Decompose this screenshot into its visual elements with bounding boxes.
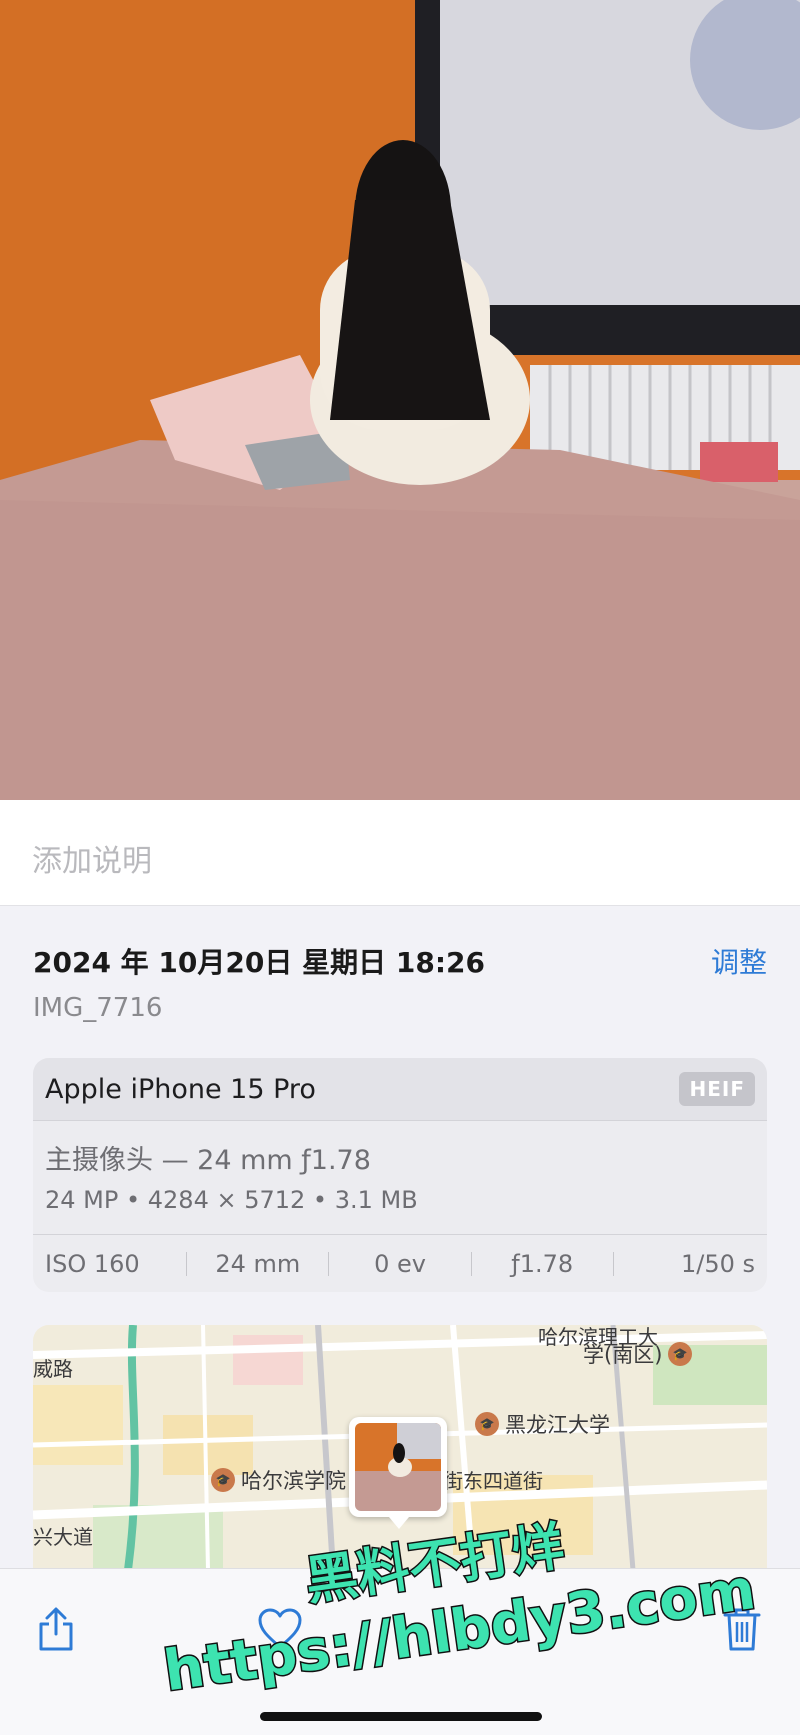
poi-harbin-college[interactable]: 🎓 哈尔滨学院 xyxy=(211,1465,346,1495)
graduation-cap-icon: 🎓 xyxy=(211,1468,235,1492)
graduation-cap-icon: 🎓 xyxy=(475,1412,499,1436)
image-specs: 24 MP • 4284 × 5712 • 3.1 MB xyxy=(45,1186,418,1214)
exif-row: ISO 160 24 mm 0 ev ƒ1.78 1/50 s xyxy=(33,1234,767,1292)
map-label-street: 街东四道街 xyxy=(443,1469,543,1493)
exif-iso: ISO 160 xyxy=(45,1249,140,1278)
photo-date: 2024 年 10月20日 星期日 18:26 xyxy=(33,946,485,979)
exif-exposure: 0 ev xyxy=(374,1249,426,1278)
caption-placeholder[interactable]: 添加说明 xyxy=(32,836,152,880)
poi-harbin-university-south[interactable]: 学(南区) 🎓 xyxy=(583,1339,693,1369)
format-badge: HEIF xyxy=(679,1072,755,1106)
home-indicator[interactable] xyxy=(260,1712,542,1721)
poi-heilongjiang-university[interactable]: 🎓 黑龙江大学 xyxy=(475,1409,610,1439)
camera-info-header: Apple iPhone 15 Pro HEIF xyxy=(33,1058,767,1121)
poi-label: 黑龙江大学 xyxy=(505,1413,610,1437)
share-button[interactable] xyxy=(26,1599,86,1659)
camera-info-card: Apple iPhone 15 Pro HEIF 主摄像头 — 24 mm ƒ1… xyxy=(33,1058,767,1292)
photo-image xyxy=(0,0,800,800)
exif-shutter: 1/50 s xyxy=(680,1249,756,1278)
poi-label: 哈尔滨学院 xyxy=(241,1469,346,1493)
poi-label: 学(南区) xyxy=(583,1343,663,1367)
pin-thumbnail xyxy=(355,1423,441,1511)
map-label-avenue: 兴大道 xyxy=(33,1525,93,1549)
photo-location-pin[interactable] xyxy=(349,1417,447,1529)
map-label-road: 威路 xyxy=(33,1357,73,1381)
photo-filename: IMG_7716 xyxy=(33,993,163,1023)
share-icon xyxy=(39,1607,73,1651)
adjust-button[interactable]: 调整 xyxy=(711,941,767,981)
exif-aperture: ƒ1.78 xyxy=(511,1249,574,1278)
graduation-cap-icon: 🎓 xyxy=(668,1342,693,1366)
device-name: Apple iPhone 15 Pro xyxy=(45,1074,316,1105)
exif-focal-length: 24 mm xyxy=(215,1249,301,1278)
caption-area[interactable]: 添加说明 xyxy=(0,800,800,906)
lens-info: 主摄像头 — 24 mm ƒ1.78 xyxy=(45,1145,371,1176)
photo-viewer[interactable] xyxy=(0,0,800,800)
